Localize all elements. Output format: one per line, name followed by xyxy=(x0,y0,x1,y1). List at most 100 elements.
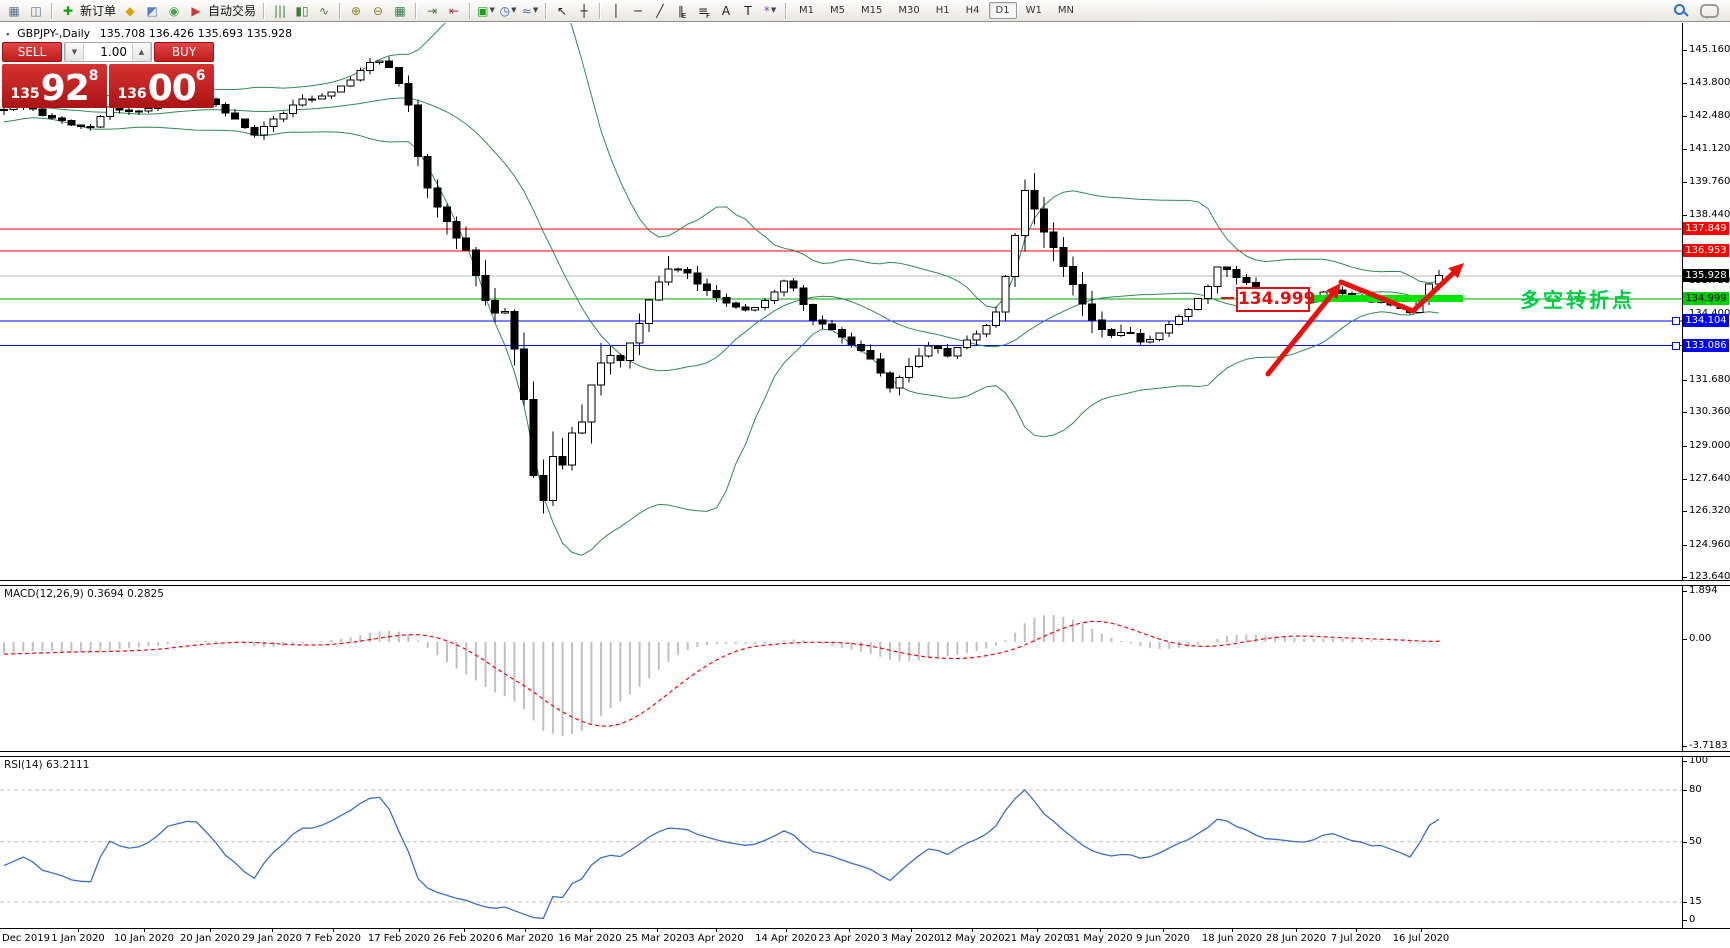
sell-button[interactable]: SELL xyxy=(2,42,62,62)
date-tick-label: 16 Jul 2020 xyxy=(1392,933,1450,944)
price-tick-label: 143.800 xyxy=(1682,77,1730,89)
chevron-down-icon: ▼ xyxy=(511,6,517,14)
timeframe-button-m5[interactable]: M5 xyxy=(823,2,852,19)
toolbar-separator xyxy=(599,2,602,19)
date-tick-mark xyxy=(716,929,717,932)
mql5-community-icon[interactable]: ◩ xyxy=(141,2,163,20)
date-tick-label: 31 May 2020 xyxy=(1067,933,1133,944)
buy-button[interactable]: BUY xyxy=(154,42,214,62)
new-order-icon[interactable]: ✚ xyxy=(57,2,79,20)
date-tick-label: 6 Mar 2020 xyxy=(496,933,554,944)
periods-menu-icon[interactable]: ◷ ▼ xyxy=(497,2,519,20)
volume-input[interactable]: 1.00 xyxy=(84,43,132,61)
line-handle[interactable] xyxy=(1672,341,1680,350)
sell-price-pip: 8 xyxy=(88,68,99,84)
date-tick-label: 25 Mar 2020 xyxy=(625,933,689,944)
crosshair-icon[interactable]: ┼ xyxy=(573,2,595,20)
rsi-tick-label: 50 xyxy=(1683,836,1702,847)
cursor-icon[interactable]: ↖ xyxy=(551,2,573,20)
timeframe-button-w1[interactable]: W1 xyxy=(1019,2,1049,19)
turning-point-note[interactable]: 多空转折点 xyxy=(1520,284,1635,313)
date-tick-label: 23 Apr 2020 xyxy=(818,933,880,944)
date-tick-label: 29 Jan 2020 xyxy=(242,933,302,944)
date-tick-mark xyxy=(911,929,912,932)
equidistant-channel-icon[interactable]: ∥ E xyxy=(671,2,693,20)
date-tick-mark xyxy=(399,929,400,932)
timeframe-button-h1[interactable]: H1 xyxy=(929,2,957,19)
date-tick-label: 10 Jan 2020 xyxy=(114,933,174,944)
price-annotation-text: 134.999 xyxy=(1238,289,1316,309)
window-separator-macd[interactable] xyxy=(0,580,1730,586)
rsi-tick-label: 80 xyxy=(1683,784,1702,795)
line-chart-icon[interactable]: ∿ xyxy=(313,2,335,20)
price-tick-label: 124.960 xyxy=(1682,538,1730,550)
zoom-in-icon[interactable]: ⊕ xyxy=(345,2,367,20)
chart-canvas[interactable] xyxy=(0,0,1730,947)
buy-price-box[interactable]: 136 00 6 xyxy=(109,64,214,108)
chart-ohlc-values: 135.708 136.426 135.693 135.928 xyxy=(99,27,293,40)
search-icon[interactable] xyxy=(1673,3,1688,18)
timeframe-button-mn[interactable]: MN xyxy=(1051,2,1081,19)
price-tick-label: 126.320 xyxy=(1682,505,1730,517)
price-annotation-box[interactable]: 134.999 xyxy=(1236,287,1315,312)
date-tick-mark xyxy=(78,929,79,932)
date-tick-mark xyxy=(1100,929,1101,932)
date-tick-label: 14 Apr 2020 xyxy=(755,933,817,944)
chevron-down-icon: ▼ xyxy=(489,6,495,14)
chat-icon[interactable] xyxy=(1700,4,1719,19)
profiles-icon[interactable]: ◫ xyxy=(25,2,47,20)
new-chart-icon[interactable]: ▦ xyxy=(3,2,25,20)
sell-price-prefix: 135 xyxy=(10,86,40,102)
price-tick-label: 142.480 xyxy=(1682,109,1730,121)
timeframe-button-h4[interactable]: H4 xyxy=(959,2,987,19)
horizontal-line-icon[interactable]: ─ xyxy=(627,2,649,20)
zoom-out-icon[interactable]: ⊖ xyxy=(367,2,389,20)
timeframe-button-m30[interactable]: M30 xyxy=(891,2,926,19)
arrows-icon[interactable]: * ▼ xyxy=(759,2,781,20)
price-tick-label: 131.680 xyxy=(1682,374,1730,386)
vertical-line-icon[interactable]: │ xyxy=(605,2,627,20)
date-tick-mark xyxy=(657,929,658,932)
buy-price-main: 00 xyxy=(147,67,197,109)
timeframe-button-m1[interactable]: M1 xyxy=(792,2,821,19)
tile-windows-icon[interactable]: ▦ xyxy=(389,2,411,20)
timeframe-toolbar: M1 M5 M15 M30 H1 H4 D1 W1 MN xyxy=(791,2,1082,19)
line-handle[interactable] xyxy=(1672,316,1680,325)
date-axis[interactable]: Dec 2019 1 Jan 2020 10 Jan 2020 20 Jan 2020… xyxy=(0,928,1730,948)
volume-decrease-button[interactable]: ▼ xyxy=(65,43,84,61)
autotrading-icon[interactable]: ▶ xyxy=(185,2,207,20)
indicators-menu-icon[interactable]: ≈ ▼ xyxy=(519,2,541,20)
toolbar-icons: ▦ ◫ ✚ 新订单 ◆ ◩ ◉ ▶ 自动交易 ||| ▮▯ ∿ ⊕ ⊖ ▦ ⇥ ⇤ ▣ ▼ ◷ ▼ ≈ ▼ ↖ ┼ │ ─ ╱ ∥ E ≡ F… xyxy=(3,2,791,20)
date-tick-mark xyxy=(1232,929,1233,932)
bar-chart-icon[interactable]: ||| xyxy=(269,2,291,20)
macd-tick-label: -3.7183 xyxy=(1683,740,1728,751)
signals-icon[interactable]: ◉ xyxy=(163,2,185,20)
date-tick-mark xyxy=(590,929,591,932)
timeframe-button-m15[interactable]: M15 xyxy=(854,2,889,19)
trendline-icon[interactable]: ╱ xyxy=(649,2,671,20)
level-price-label: 134.999 xyxy=(1683,291,1729,305)
volume-increase-button[interactable]: ▲ xyxy=(132,43,151,61)
window-separator-rsi[interactable] xyxy=(0,751,1730,757)
timeframe-button-d1[interactable]: D1 xyxy=(988,2,1017,19)
sell-price-box[interactable]: 135 92 8 xyxy=(2,64,107,108)
buy-price-pip: 6 xyxy=(195,68,206,84)
new-order-menu-icon[interactable]: ▣ ▼ xyxy=(475,2,497,20)
date-tick-label: 16 Mar 2020 xyxy=(558,933,622,944)
date-tick-label: 12 May 2020 xyxy=(939,933,1005,944)
styler-icon[interactable]: ◆ xyxy=(119,2,141,20)
date-tick-mark xyxy=(1163,929,1164,932)
date-tick-label: 18 Jun 2020 xyxy=(1201,933,1263,944)
chart-shift-icon[interactable]: ⇤ xyxy=(443,2,465,20)
rsi-tick-label: 0 xyxy=(1682,914,1696,925)
text-label-icon[interactable]: T xyxy=(737,2,759,20)
date-tick-mark xyxy=(144,929,145,932)
date-tick-label: 28 Jun 2020 xyxy=(1265,933,1327,944)
date-tick-label: 7 Feb 2020 xyxy=(305,933,361,944)
current-price-label: 135.928 xyxy=(1683,269,1729,283)
candlestick-chart-icon[interactable]: ▮▯ xyxy=(291,2,313,20)
auto-scroll-icon[interactable]: ⇥ xyxy=(421,2,443,20)
text-icon[interactable]: A xyxy=(715,2,737,20)
fibonacci-icon[interactable]: ≡ F xyxy=(693,2,715,20)
date-tick-label: 9 Jun 2020 xyxy=(1136,933,1190,944)
